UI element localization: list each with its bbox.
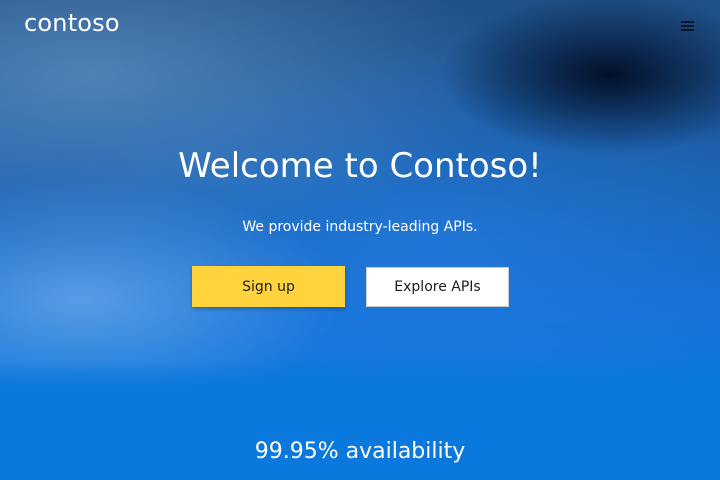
menu-bar [681,29,694,31]
hero-tagline: We provide industry-leading APIs. [242,219,478,235]
hero-banner [0,0,720,390]
menu-bar [681,25,694,27]
sign-up-button[interactable]: Sign up [192,266,345,307]
logo[interactable]: contoso [24,9,120,37]
hero-title: Welcome to Contoso! [178,146,542,186]
explore-apis-button[interactable]: Explore APIs [366,267,509,307]
availability-stat: 99.95% availability [254,439,466,464]
menu-bar [681,21,694,23]
hamburger-menu-icon[interactable] [681,20,695,32]
